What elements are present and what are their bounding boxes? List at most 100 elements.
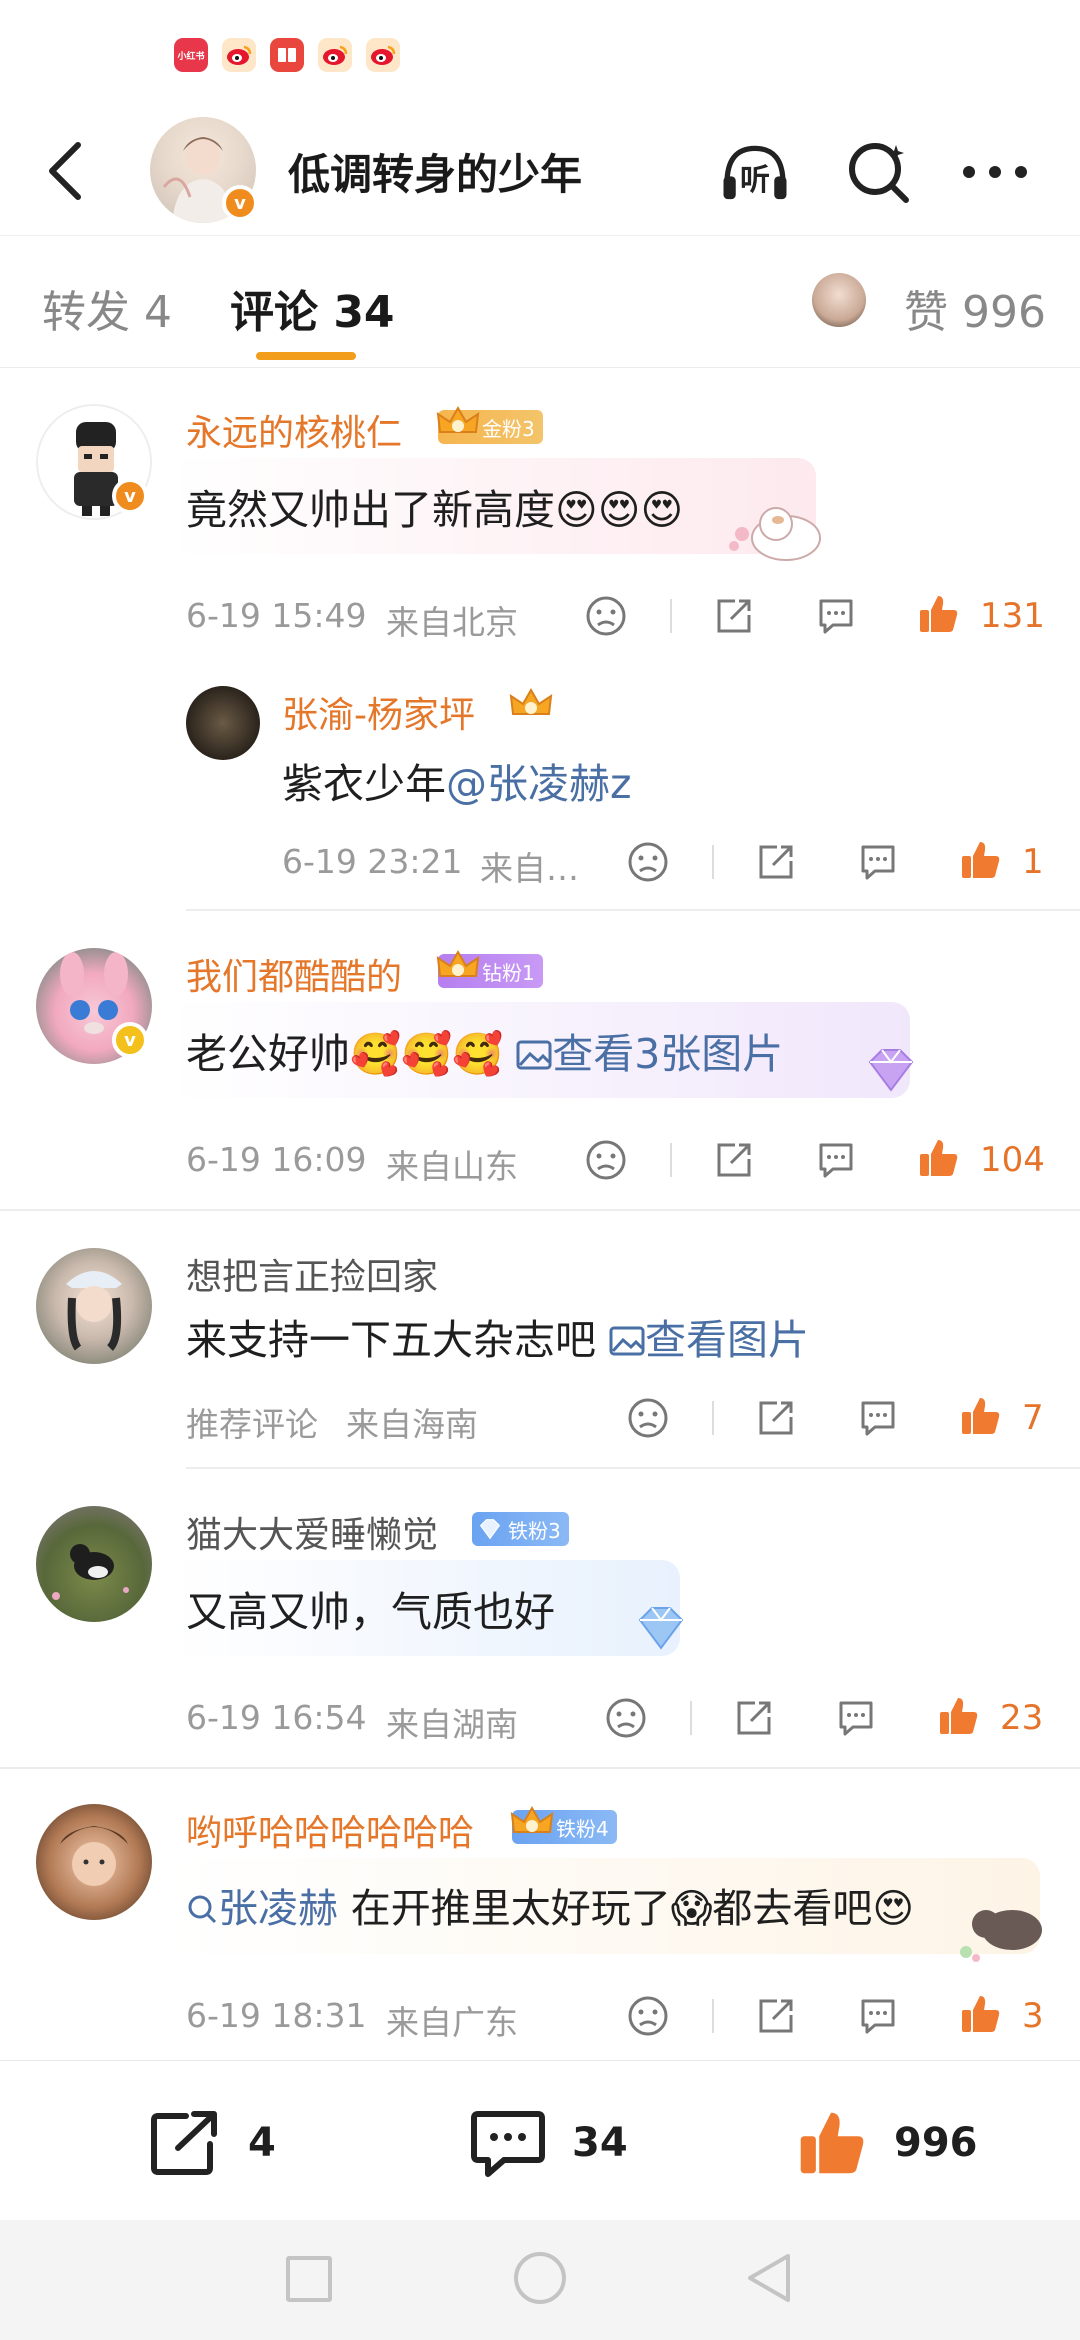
- search-button[interactable]: [844, 137, 914, 207]
- dislike-button[interactable]: [582, 1136, 630, 1184]
- reply-button[interactable]: [812, 1136, 860, 1184]
- commenter-name[interactable]: 我们都酷酷的: [186, 948, 402, 1000]
- commenter-name[interactable]: 永远的核桃仁: [186, 404, 402, 456]
- crown-icon: [509, 687, 553, 715]
- comment-text: 老公好帅🥰🥰🥰 查看3张图片: [186, 1030, 784, 1078]
- like-button[interactable]: [956, 1990, 1004, 2038]
- mention-link[interactable]: @张凌赫z: [446, 760, 632, 808]
- comment-text: 竟然又帅出了新高度😍😍😍: [186, 486, 684, 534]
- like-count: 7: [1022, 1398, 1044, 1438]
- hashtag-search-link[interactable]: 张凌赫: [186, 1886, 338, 1932]
- commenter-name[interactable]: 想把言正捡回家: [186, 1248, 438, 1300]
- fan-level-badge: 钻粉1: [436, 949, 543, 988]
- like-button[interactable]: [934, 1692, 982, 1740]
- weibo-app-icon: [318, 38, 352, 72]
- share-button[interactable]: [752, 838, 800, 886]
- action-separator: [712, 1999, 714, 2033]
- blushing-emoji-icon: 🥰🥰🥰: [350, 1030, 504, 1078]
- repost-button[interactable]: 4: [148, 2105, 276, 2181]
- reply-text: 紫衣少年@张凌赫z: [282, 760, 632, 808]
- commenter-avatar[interactable]: [36, 1804, 152, 1920]
- reply-user-name[interactable]: 张渝-杨家坪: [282, 686, 475, 738]
- commenter-name[interactable]: 猫大大爱睡懒觉: [186, 1506, 438, 1558]
- reply-button[interactable]: [832, 1694, 880, 1742]
- diamond-icon: [479, 1519, 501, 1540]
- listen-button[interactable]: 听: [720, 137, 790, 207]
- dislike-button[interactable]: [582, 592, 630, 640]
- comment-item: 想把言正捡回家 来支持一下五大杂志吧 查看图片 推荐评论 来自海南 7: [0, 1212, 1080, 1470]
- comment-location: 来自海南: [346, 1405, 478, 1444]
- share-button[interactable]: [710, 592, 758, 640]
- like-button[interactable]: [914, 590, 962, 638]
- thumbs-up-icon: [962, 1398, 1000, 1434]
- reply-button[interactable]: [854, 1394, 902, 1442]
- comment-text: 张凌赫 在开推里太好玩了😱都去看吧😍: [186, 1876, 914, 1934]
- like-button[interactable]: 996: [794, 2105, 978, 2181]
- view-images-link[interactable]: 查看3张图片: [516, 1030, 783, 1078]
- reply-button[interactable]: [812, 592, 860, 640]
- commenter-name[interactable]: 哟呼哈哈哈哈哈哈: [186, 1804, 474, 1856]
- top-navigation-bar: v 低调转身的少年 听: [0, 105, 1080, 235]
- tab-comments[interactable]: 评论 34: [230, 276, 395, 340]
- weibo-app-icon: [222, 38, 256, 72]
- dislike-button[interactable]: [624, 1394, 672, 1442]
- tab-likes[interactable]: 赞 996: [904, 276, 1046, 340]
- image-icon: [609, 1326, 645, 1356]
- action-separator: [712, 1401, 714, 1435]
- tab-repost[interactable]: 转发 4: [42, 276, 172, 340]
- comment-time: 6-19 18:31: [186, 1996, 367, 2035]
- dislike-button[interactable]: [624, 1992, 672, 2040]
- share-button[interactable]: [730, 1694, 778, 1742]
- back-arrow-icon: [49, 142, 81, 200]
- comment-button[interactable]: 34: [470, 2105, 628, 2181]
- back-triangle-icon[interactable]: [744, 2250, 794, 2306]
- thumbs-up-icon: [962, 1996, 1000, 2032]
- comment-time: 6-19 16:54: [186, 1698, 367, 1737]
- commenter-avatar[interactable]: [36, 1506, 152, 1622]
- dislike-button[interactable]: [602, 1694, 650, 1742]
- reply-button[interactable]: [854, 1992, 902, 2040]
- share-button[interactable]: [710, 1136, 758, 1184]
- comment-time: 6-19 16:09: [186, 1140, 367, 1179]
- action-separator: [670, 1143, 672, 1177]
- comment-location: 来自山东: [386, 1147, 518, 1186]
- thumbs-up-icon: [800, 2112, 864, 2174]
- thumbs-up-icon: [920, 596, 958, 632]
- recent-apps-button[interactable]: [286, 2256, 332, 2302]
- comment-divider: [186, 909, 1080, 911]
- like-button[interactable]: [914, 1134, 962, 1182]
- verified-badge-icon: v: [112, 1022, 148, 1058]
- repost-icon: [151, 2111, 217, 2175]
- comment-icon: [819, 599, 853, 634]
- reply-location: 来自…: [480, 849, 579, 888]
- comment-icon: [861, 1999, 895, 2034]
- share-button[interactable]: [752, 1394, 800, 1442]
- crown-icon: [510, 1805, 554, 1833]
- back-button[interactable]: [36, 137, 92, 205]
- active-tab-indicator: [256, 352, 356, 360]
- status-bar: 小红书: [0, 0, 1080, 105]
- action-separator: [690, 1701, 692, 1735]
- dislike-button[interactable]: [624, 838, 672, 886]
- comment-location: 来自湖南: [386, 1705, 518, 1744]
- reply-avatar[interactable]: [186, 686, 260, 760]
- share-button[interactable]: [752, 1992, 800, 2040]
- page-title: 低调转身的少年: [288, 150, 583, 199]
- share-icon: [759, 1999, 793, 2033]
- crown-icon: [436, 949, 480, 977]
- share-icon: [737, 1701, 771, 1735]
- search-icon: [849, 143, 909, 203]
- more-options-button[interactable]: [960, 137, 1030, 207]
- comment-divider: [0, 1209, 1080, 1211]
- like-button[interactable]: [956, 1392, 1004, 1440]
- liker-avatar[interactable]: [812, 273, 866, 327]
- share-icon: [759, 845, 793, 879]
- heart-eyes-emoji-icon: 😍: [872, 1886, 915, 1932]
- view-images-link[interactable]: 查看图片: [609, 1316, 809, 1364]
- reply-button[interactable]: [854, 838, 902, 886]
- like-button[interactable]: [956, 836, 1004, 884]
- commenter-avatar[interactable]: [36, 1248, 152, 1364]
- home-button[interactable]: [514, 2252, 566, 2304]
- system-navigation-bar: [0, 2220, 1080, 2340]
- like-count: 3: [1022, 1996, 1044, 2036]
